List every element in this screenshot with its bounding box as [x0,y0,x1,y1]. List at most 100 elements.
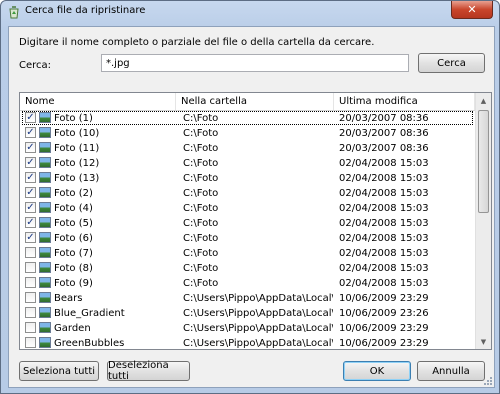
image-file-icon [39,322,51,333]
file-modified: 02/04/2008 15:03 [339,233,429,244]
list-item[interactable]: ✓ Foto (6) C:\Foto 02/04/2008 15:03 [20,231,475,246]
file-name: Foto (4) [54,203,93,214]
image-file-icon [39,172,51,183]
row-checkbox[interactable]: ✓ [25,232,36,243]
file-modified: 10/06/2009 23:29 [339,293,429,304]
file-modified: 02/04/2008 15:03 [339,188,429,199]
list-item[interactable]: ✓ Foto (5) C:\Foto 02/04/2008 15:03 [20,216,475,231]
file-modified: 02/04/2008 15:03 [339,248,429,259]
file-name: Garden [54,323,91,334]
file-folder: C:\Foto [183,263,219,274]
row-checkbox[interactable] [25,247,36,258]
file-name: Foto (12) [54,158,100,169]
file-folder: C:\Foto [183,218,219,229]
file-modified: 10/06/2009 23:29 [339,338,429,349]
image-file-icon [39,277,51,288]
row-checkbox[interactable]: ✓ [25,127,36,138]
list-item[interactable]: ✓ Foto (12) C:\Foto 02/04/2008 15:03 [20,156,475,171]
row-checkbox[interactable]: ✓ [25,142,36,153]
file-name: Bears [54,293,83,304]
scroll-down-arrow-icon[interactable]: ▼ [477,334,490,349]
column-header-name[interactable]: Nome [20,93,176,110]
list-header: Nome Nella cartella Ultima modifica [20,93,475,111]
row-checkbox[interactable] [25,292,36,303]
list-item[interactable]: ✓ Foto (2) C:\Foto 02/04/2008 15:03 [20,186,475,201]
file-folder: C:\Foto [183,158,219,169]
image-file-icon [39,232,51,243]
dialog-body: Digitare il nome completo o parziale del… [8,26,495,388]
list-item[interactable]: ✓ Foto (4) C:\Foto 02/04/2008 15:03 [20,201,475,216]
results-list[interactable]: Nome Nella cartella Ultima modifica ✓ Fot… [19,92,492,350]
file-name: Foto (8) [54,263,93,274]
image-file-icon [39,202,51,213]
list-item[interactable]: Blue_Gradient C:\Users\Pippo\AppData\Loca… [20,306,475,321]
list-item[interactable]: Garden C:\Users\Pippo\AppData\Local\... 10… [20,321,475,336]
file-name: Foto (9) [54,278,93,289]
image-file-icon [39,217,51,228]
file-name: Foto (13) [54,173,100,184]
file-modified: 02/04/2008 15:03 [339,173,429,184]
list-item[interactable]: ✓ Foto (13) C:\Foto 02/04/2008 15:03 [20,171,475,186]
file-folder: C:\Users\Pippo\AppData\Local\... [183,323,333,334]
file-folder: C:\Foto [183,233,219,244]
column-header-folder[interactable]: Nella cartella [176,93,334,110]
search-button[interactable]: Cerca [418,53,485,73]
image-file-icon [39,337,51,348]
row-checkbox[interactable] [25,262,36,273]
close-icon: ✕ [467,3,477,16]
list-item[interactable]: ✓ Foto (10) C:\Foto 20/03/2007 08:36 [20,126,475,141]
row-checkbox[interactable] [25,277,36,288]
resize-grip-icon[interactable] [482,375,492,385]
file-modified: 02/04/2008 15:03 [339,278,429,289]
file-modified: 20/03/2007 08:36 [339,128,429,139]
file-name: GreenBubbles [54,338,125,349]
row-checkbox[interactable]: ✓ [25,172,36,183]
list-item[interactable]: Foto (9) C:\Foto 02/04/2008 15:03 [20,276,475,291]
file-folder: C:\Foto [183,203,219,214]
title-bar[interactable]: Cerca file da ripristinare ✕ [1,1,499,23]
image-file-icon [39,262,51,273]
file-name: Foto (2) [54,188,93,199]
deselect-all-button[interactable]: Deseleziona tutti [107,360,190,382]
row-checkbox[interactable] [25,307,36,318]
row-checkbox[interactable]: ✓ [25,187,36,198]
ok-button[interactable]: OK [343,361,411,381]
file-folder: C:\Users\Pippo\AppData\Local\... [183,293,333,304]
row-checkbox[interactable] [25,337,36,348]
image-file-icon [39,112,51,123]
list-item[interactable]: GreenBubbles C:\Users\Pippo\AppData\Local… [20,336,475,349]
file-folder: C:\Users\Pippo\AppData\Local\... [183,338,333,349]
search-input[interactable] [101,54,409,72]
image-file-icon [39,157,51,168]
image-file-icon [39,142,51,153]
column-header-modified[interactable]: Ultima modifica [334,93,475,110]
file-modified: 02/04/2008 15:03 [339,218,429,229]
list-item[interactable]: ✓ Foto (1) C:\Foto 20/03/2007 08:36 [20,111,475,126]
row-checkbox[interactable] [25,322,36,333]
list-item[interactable]: Foto (8) C:\Foto 02/04/2008 15:03 [20,261,475,276]
image-file-icon [39,187,51,198]
row-checkbox[interactable]: ✓ [25,112,36,123]
instruction-text: Digitare il nome completo o parziale del… [19,37,375,48]
row-checkbox[interactable]: ✓ [25,202,36,213]
scrollbar-thumb[interactable] [478,110,489,213]
file-modified: 10/06/2009 23:26 [339,308,429,319]
close-button[interactable]: ✕ [451,1,493,19]
file-folder: C:\Users\Pippo\AppData\Local\... [183,308,333,319]
scroll-up-arrow-icon[interactable]: ▲ [477,93,490,108]
row-checkbox[interactable]: ✓ [25,217,36,228]
list-item[interactable]: Bears C:\Users\Pippo\AppData\Local\... 10/… [20,291,475,306]
cancel-button[interactable]: Annulla [417,361,485,381]
row-checkbox[interactable]: ✓ [25,157,36,168]
list-item[interactable]: Foto (7) C:\Foto 02/04/2008 15:03 [20,246,475,261]
file-modified: 20/03/2007 08:36 [339,113,429,124]
vertical-scrollbar[interactable]: ▲ ▼ [475,93,491,349]
file-modified: 20/03/2007 08:36 [339,143,429,154]
recycle-bin-icon [9,6,19,19]
list-rows: ✓ Foto (1) C:\Foto 20/03/2007 08:36 ✓ Foto (1… [20,111,475,349]
select-all-button[interactable]: Seleziona tutti [19,361,99,381]
list-item[interactable]: ✓ Foto (11) C:\Foto 20/03/2007 08:36 [20,141,475,156]
file-name: Foto (11) [54,143,100,154]
file-name: Foto (10) [54,128,100,139]
file-folder: C:\Foto [183,143,219,154]
